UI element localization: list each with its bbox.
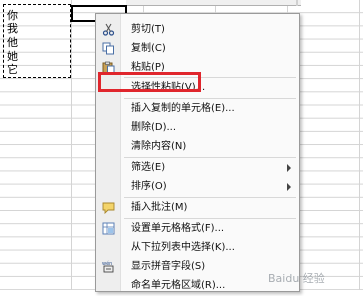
format-cells-icon xyxy=(102,222,115,235)
copy-selection-marquee xyxy=(3,4,71,78)
phonetic-icon: wén xyxy=(102,260,115,273)
menu-item-label: 命名单元格区域(R)... xyxy=(131,280,226,291)
menu-item-label: 插入复制的单元格(E)... xyxy=(131,103,235,114)
menu-item-pick-from-list[interactable]: 从下拉列表中选择(K)... xyxy=(96,238,299,258)
menu-item-filter[interactable]: 筛选(E) xyxy=(96,158,299,178)
menu-item-label: 剪切(T) xyxy=(131,24,165,35)
menu-item-clear-contents[interactable]: 清除内容(N) xyxy=(96,137,299,157)
comment-icon xyxy=(102,201,115,215)
copy-icon xyxy=(102,42,115,55)
submenu-arrow-icon xyxy=(287,164,291,172)
menu-item-delete[interactable]: 删除(D)... xyxy=(96,118,299,138)
menu-item-label: 插入批注(M) xyxy=(131,202,188,213)
menu-item-label: 删除(D)... xyxy=(131,122,177,133)
scissors-icon xyxy=(102,23,115,36)
menu-item-insert-copied-cells[interactable]: 插入复制的单元格(E)... xyxy=(96,99,299,119)
menu-item-cut[interactable]: 剪切(T) xyxy=(96,20,299,40)
toolbar-divider xyxy=(296,0,298,6)
context-menu: 剪切(T) 复制(C) 粘贴(P) 选择性粘贴(V)... 插入复制的单元格(E… xyxy=(95,13,300,292)
submenu-arrow-icon xyxy=(287,183,291,191)
menu-item-label: 复制(C) xyxy=(131,43,166,54)
menu-item-copy[interactable]: 复制(C) xyxy=(96,39,299,59)
menu-item-format-cells[interactable]: 设置单元格格式(F)... xyxy=(96,219,299,239)
menu-item-insert-comment[interactable]: 插入批注(M) xyxy=(96,198,299,218)
menu-item-label: 显示拼音字段(S) xyxy=(131,261,206,272)
menu-item-sort[interactable]: 排序(O) xyxy=(96,177,299,197)
menu-item-label: 设置单元格格式(F)... xyxy=(131,223,225,234)
menu-item-label: 排序(O) xyxy=(131,181,167,192)
menu-item-label: 筛选(E) xyxy=(131,162,166,173)
annotation-highlight-box xyxy=(98,72,201,92)
watermark: Baidu 经验 xyxy=(268,272,325,285)
toolbar-strip xyxy=(126,0,301,6)
menu-item-label: 清除内容(N) xyxy=(131,141,187,152)
menu-item-label: 从下拉列表中选择(K)... xyxy=(131,242,235,253)
